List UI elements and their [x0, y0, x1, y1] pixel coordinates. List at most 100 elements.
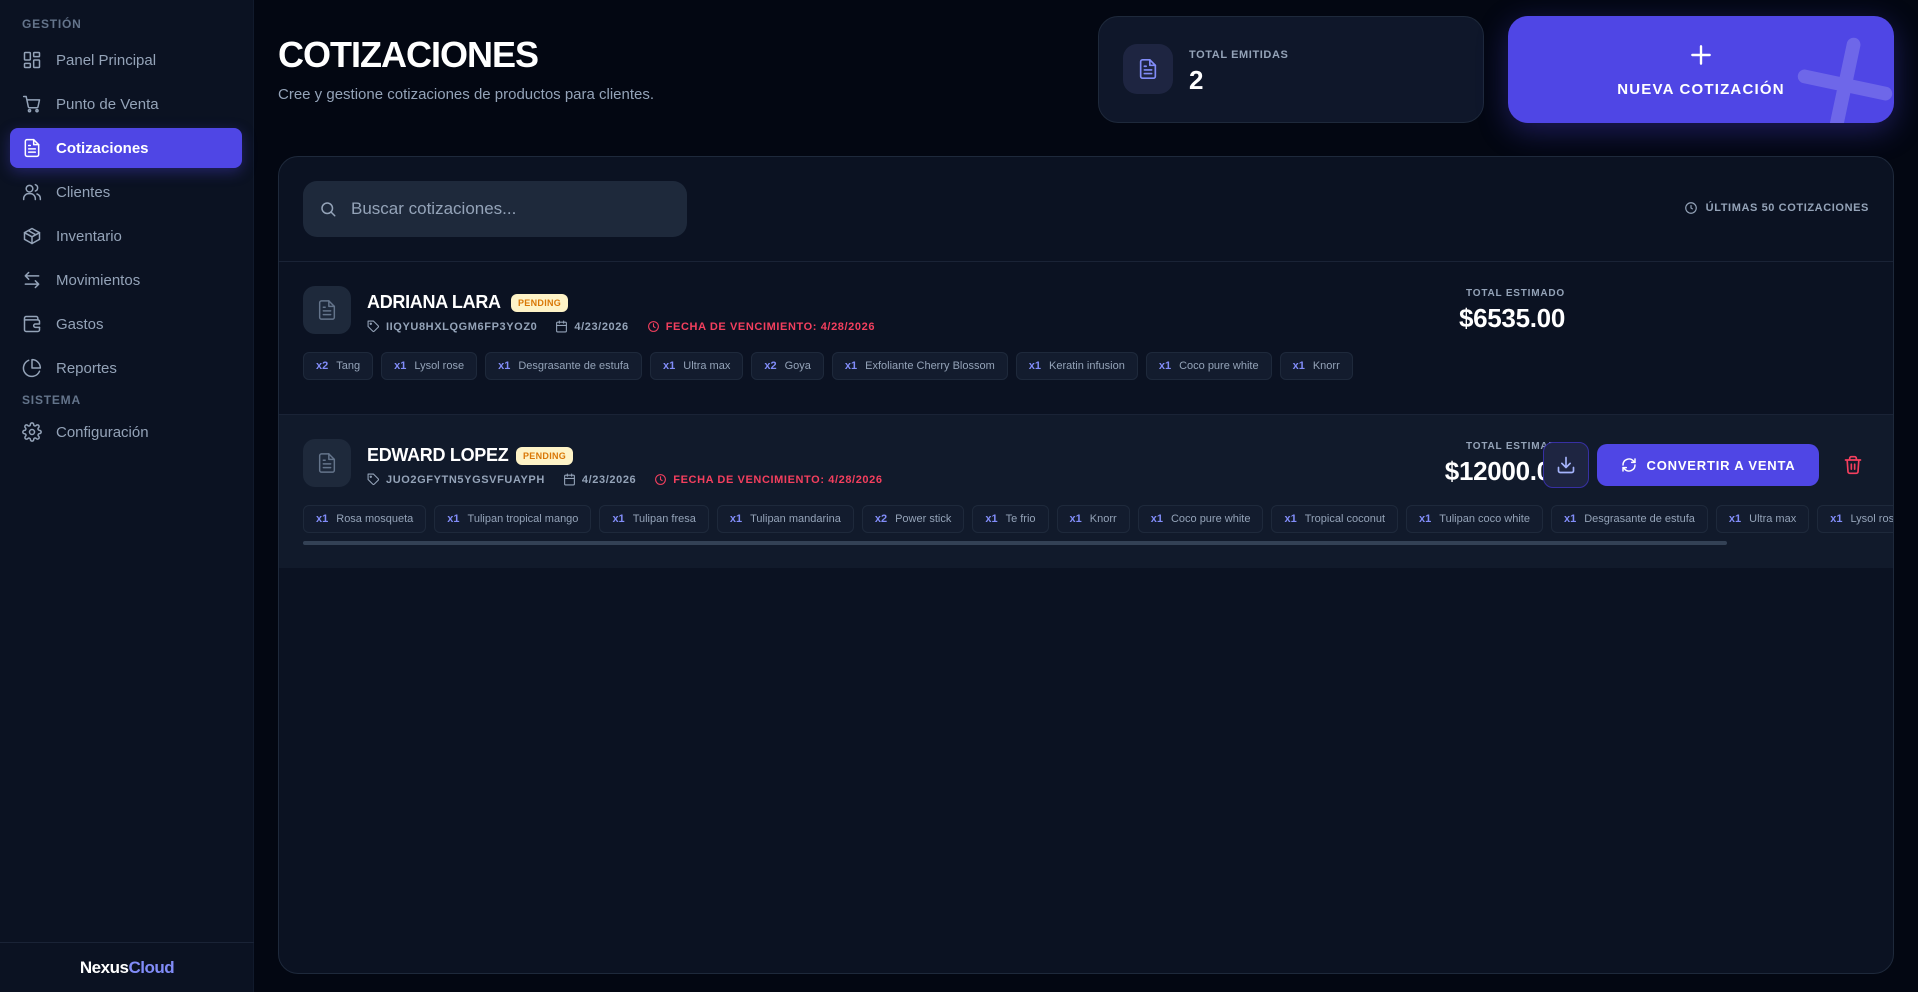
item-chip: x1 Exfoliante Cherry Blossom: [831, 352, 1008, 380]
status-badge: PENDING: [511, 294, 569, 312]
arrows-icon: [24, 271, 40, 289]
status-badge: PENDING: [516, 447, 574, 465]
document-icon: [318, 300, 336, 320]
sidebar-item-clientes[interactable]: Clientes: [10, 172, 242, 212]
search-box[interactable]: [303, 181, 687, 237]
sidebar: GESTIÓN Panel Principal Punto de Venta C…: [0, 0, 254, 992]
sidebar-item-gastos[interactable]: Gastos: [10, 304, 242, 344]
sidebar-item-configuracion[interactable]: Configuración: [10, 412, 242, 452]
tag-icon: [367, 473, 379, 485]
brand-logo: Nexus Cloud: [0, 942, 254, 992]
stat-value: 2: [1189, 65, 1204, 95]
item-chip: x1 Tropical coconut: [1271, 505, 1399, 533]
quote-items: x2 Tang x1 Lysol rose x1 Desgrasante de est…: [303, 352, 1361, 380]
item-chip: x1 Coco pure white: [1137, 505, 1264, 533]
brand-name-part2: Cloud: [128, 957, 175, 977]
quotes-panel: ÚLTIMAS 50 COTIZACIONES ADRIANA LARA PEN…: [278, 156, 1894, 974]
item-chip: x1 Coco pure white: [1145, 352, 1272, 380]
wallet-icon: [23, 315, 41, 333]
box-icon: [23, 227, 41, 245]
quote-due-date: FECHA DE VENCIMIENTO: 4/28/2026: [647, 320, 875, 333]
plus-icon: [1691, 45, 1711, 65]
search-input[interactable]: [351, 199, 671, 219]
brand-name-part1: Nexus: [79, 957, 129, 977]
sidebar-item-punto-de-venta[interactable]: Punto de Venta: [10, 84, 242, 124]
quote-date: 4/23/2026: [555, 320, 628, 333]
tag-icon: [367, 320, 379, 332]
total-label: TOTAL ESTIMADO: [1466, 288, 1565, 299]
horizontal-scrollbar[interactable]: [303, 541, 1727, 545]
sidebar-item-label: Gastos: [56, 315, 104, 333]
clock-icon: [1684, 202, 1697, 214]
sidebar-item-label: Cotizaciones: [56, 139, 149, 157]
quote-total: TOTAL ESTIMADO $12000.00: [1279, 441, 1566, 487]
panel-toolbar: ÚLTIMAS 50 COTIZACIONES: [279, 157, 1893, 262]
item-chip: x1 Desgrasante de estufa: [1550, 505, 1708, 533]
quote-items: x1 Rosa mosqueta x1 Tulipan tropical mango…: [303, 505, 1893, 533]
sidebar-item-label: Movimientos: [56, 271, 141, 289]
quote-code: JUO2GFYTN5YGSVFUAYPH: [367, 473, 545, 486]
sidebar-item-label: Clientes: [56, 183, 111, 201]
grid-icon: [23, 51, 41, 69]
item-chip: x2 Tang: [303, 352, 374, 380]
clock-icon: [655, 474, 667, 485]
new-quote-button[interactable]: NUEVA COTIZACIÓN: [1508, 16, 1894, 123]
sidebar-section-gestion: GESTIÓN: [22, 17, 82, 31]
document-icon: [1139, 59, 1157, 79]
sidebar-item-inventario[interactable]: Inventario: [10, 216, 242, 256]
gear-icon: [22, 422, 42, 442]
quote-row[interactable]: ADRIANA LARA PENDING IIQYU8HXLQGM6FP3YOZ…: [279, 262, 1893, 415]
cart-icon: [22, 95, 41, 113]
sidebar-section-sistema: SISTEMA: [22, 393, 81, 407]
item-chip: x2 Goya: [751, 352, 824, 380]
convert-to-sale-button[interactable]: CONVERTIR A VENTA: [1597, 444, 1819, 486]
total-issued-card: TOTAL EMITIDAS 2: [1098, 16, 1484, 123]
sidebar-item-label: Punto de Venta: [56, 95, 159, 113]
recent-quotes-label: ÚLTIMAS 50 COTIZACIONES: [1705, 202, 1869, 214]
sidebar-item-label: Reportes: [56, 359, 117, 377]
pie-chart-icon: [22, 358, 42, 378]
page-subtitle: Cree y gestione cotizaciones de producto…: [278, 86, 655, 103]
item-chip: x1 Knorr: [1056, 505, 1130, 533]
quote-doc-icon-box: [303, 286, 351, 334]
total-label: TOTAL ESTIMADO: [1466, 441, 1565, 452]
quote-row[interactable]: EDWARD LOPEZ PENDING JUO2GFYTN5YGSVFUAYP…: [279, 415, 1893, 568]
refresh-icon: [1621, 458, 1636, 472]
trash-icon: [1844, 455, 1862, 475]
sidebar-item-label: Configuración: [56, 423, 149, 441]
page-title: COTIZACIONES: [278, 34, 539, 75]
plus-icon-decorative: [1797, 37, 1893, 123]
document-icon: [318, 453, 336, 473]
recent-quotes-note: ÚLTIMAS 50 COTIZACIONES: [1684, 201, 1869, 215]
quote-date: 4/23/2026: [563, 473, 636, 486]
quote-due-date: FECHA DE VENCIMIENTO: 4/28/2026: [654, 473, 882, 486]
item-chip: x1 Desgrasante de estufa: [485, 352, 643, 380]
item-chip: x1 Tulipan coco white: [1406, 505, 1543, 533]
calendar-icon: [556, 320, 568, 333]
search-icon: [321, 202, 336, 217]
sidebar-item-panel-principal[interactable]: Panel Principal: [10, 40, 242, 80]
item-chip: x1 Tulipan mandarina: [716, 505, 854, 533]
download-quote-button[interactable]: [1543, 442, 1589, 488]
delete-quote-button[interactable]: [1843, 455, 1865, 477]
item-chip: x1 Tulipan fresa: [599, 505, 709, 533]
item-chip: x1 Te frio: [972, 505, 1049, 533]
sidebar-item-cotizaciones[interactable]: Cotizaciones: [10, 128, 242, 168]
quote-total: TOTAL ESTIMADO $6535.00: [1325, 288, 1565, 334]
total-value: $12000.00: [1444, 456, 1566, 486]
item-chip: x1 Rosa mosqueta: [303, 505, 427, 533]
item-chip: x1 Keratin infusion: [1015, 352, 1138, 380]
quote-doc-icon-box: [303, 439, 351, 487]
sidebar-item-label: Inventario: [56, 227, 122, 245]
item-chip: x1Lysol rose: [1817, 505, 1893, 533]
sidebar-item-reportes[interactable]: Reportes: [10, 348, 242, 388]
calendar-icon: [564, 473, 575, 486]
stat-icon-box: [1123, 44, 1173, 94]
sidebar-item-movimientos[interactable]: Movimientos: [10, 260, 242, 300]
client-name: ADRIANA LARA: [367, 292, 501, 312]
item-chip: x1 Knorr: [1279, 352, 1353, 380]
quote-meta: JUO2GFYTN5YGSVFUAYPH 4/23/2026 FECHA DE …: [367, 473, 901, 486]
quote-code: IIQYU8HXLQGM6FP3YOZ0: [367, 320, 537, 333]
clock-icon: [647, 321, 659, 332]
item-chip: x1 Tulipan tropical mango: [434, 505, 592, 533]
